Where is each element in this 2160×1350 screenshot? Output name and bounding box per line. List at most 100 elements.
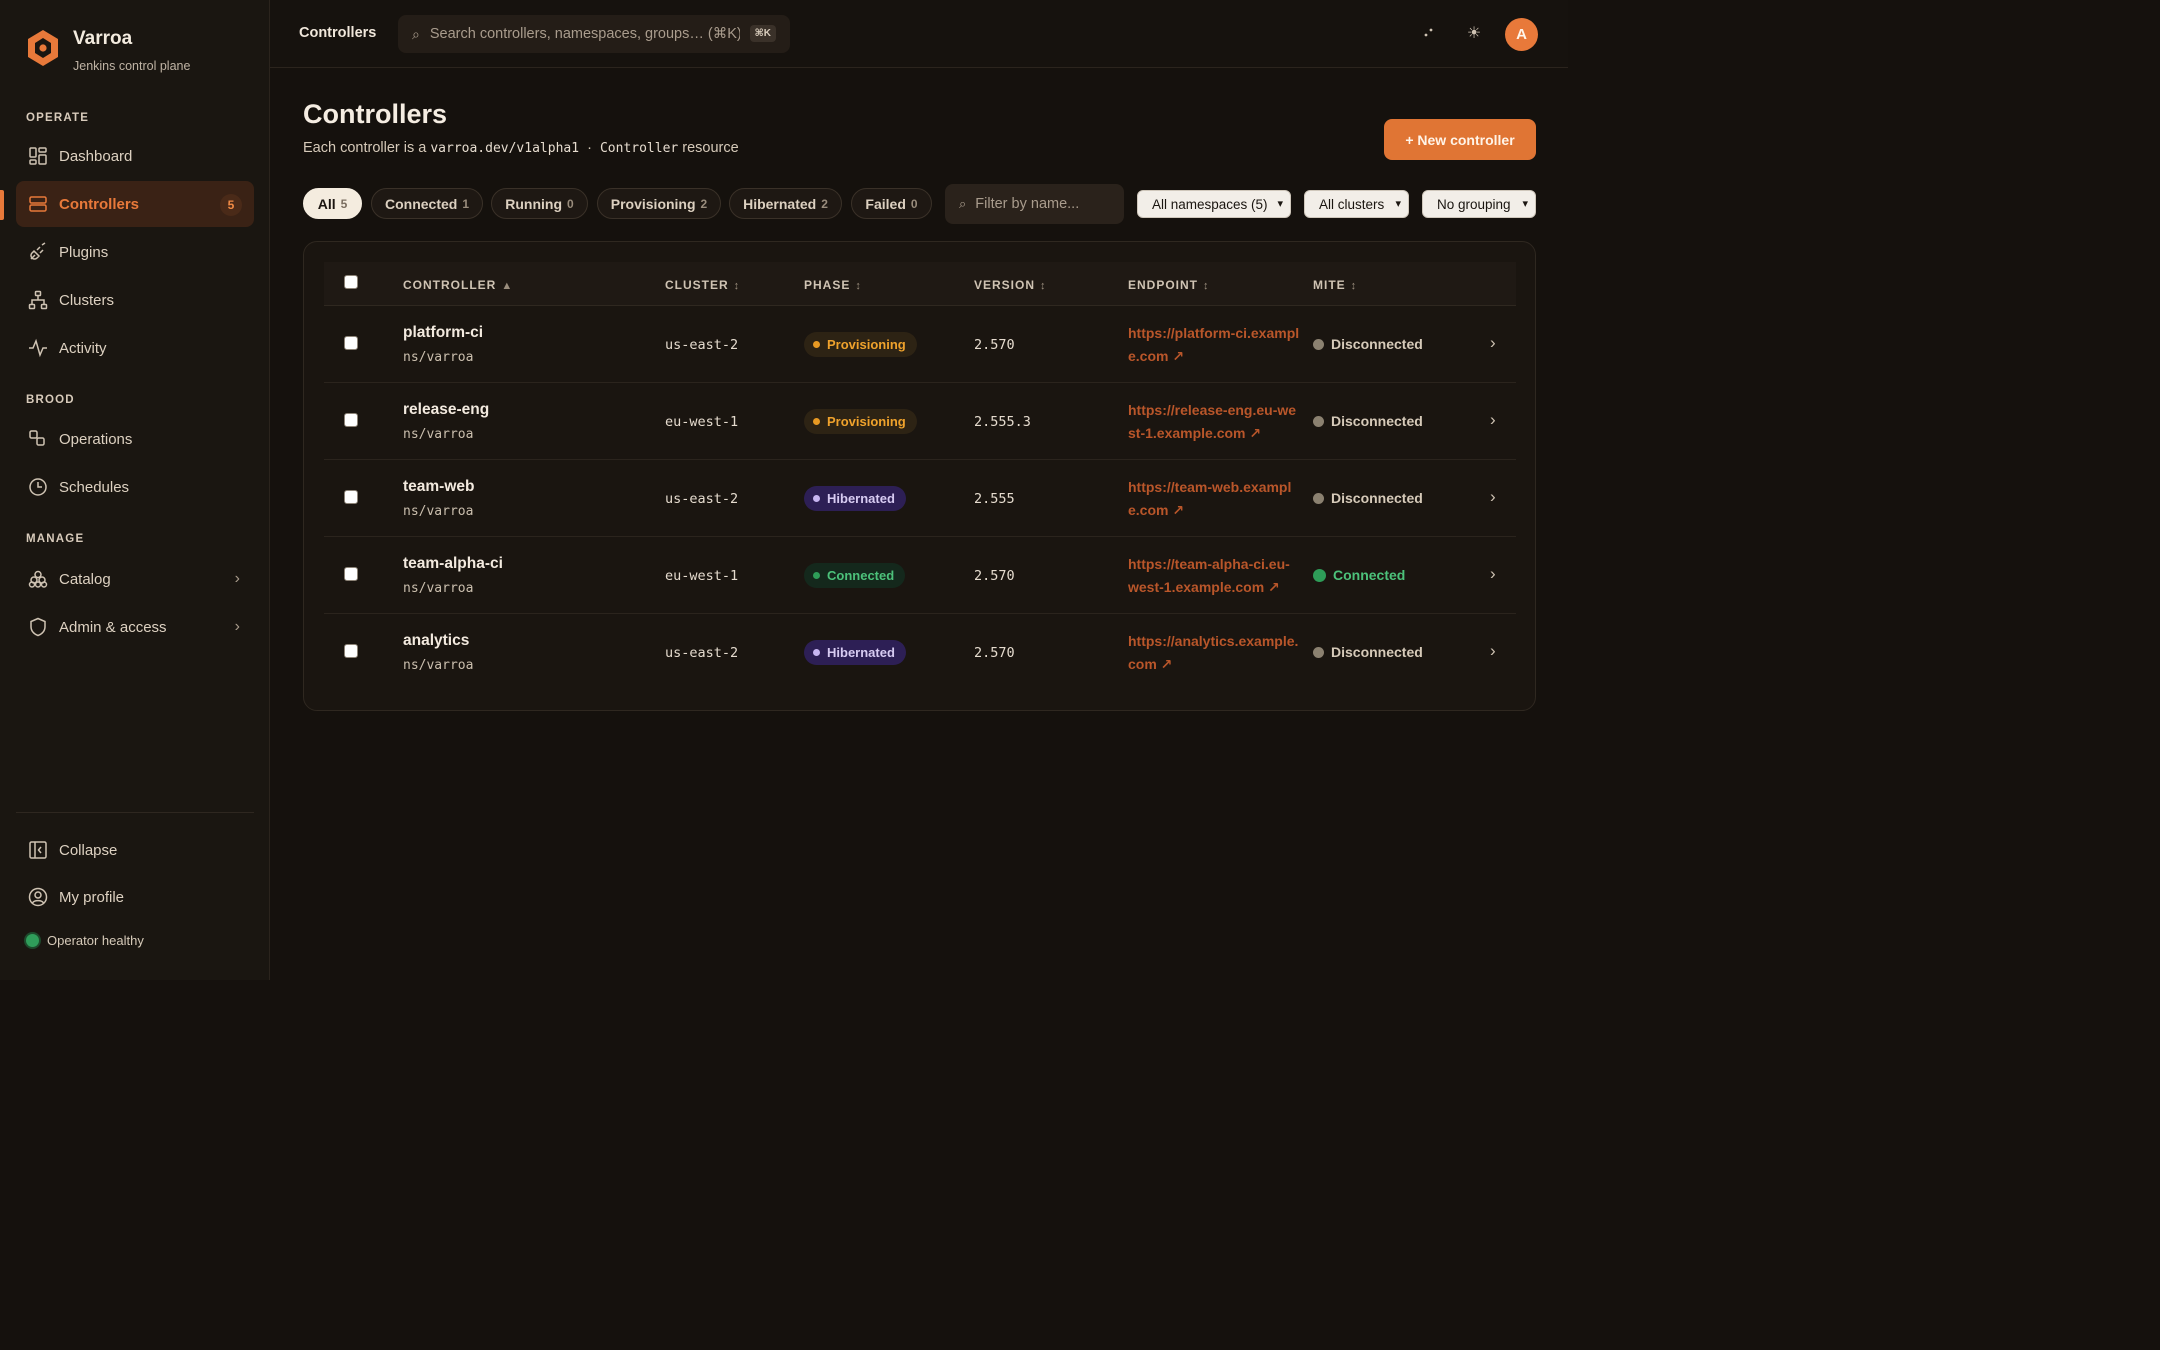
subtitle-separator: · — [587, 140, 592, 156]
user-avatar[interactable]: A — [1505, 18, 1538, 51]
column-header-controller[interactable]: CONTROLLER ▲ — [403, 278, 513, 292]
search-icon: ⌕ — [959, 196, 967, 211]
new-controller-button[interactable]: + New controller — [1384, 119, 1536, 160]
hexagon-logo-icon — [28, 30, 58, 66]
my-profile-link[interactable]: My profile — [16, 874, 254, 920]
column-label: CONTROLLER — [403, 278, 497, 292]
row-checkbox[interactable] — [344, 336, 358, 350]
phase-label: Hibernated — [827, 491, 895, 506]
row-checkbox[interactable] — [344, 413, 358, 427]
controller-name: platform-ci — [403, 324, 484, 341]
chevron-right-icon[interactable]: › — [1490, 410, 1496, 430]
chevron-down-icon: ▾ — [1522, 198, 1528, 210]
subtitle-suffix: resource — [682, 140, 739, 156]
grouping-select[interactable]: No grouping ▾ — [1422, 190, 1536, 218]
pill-label: Provisioning — [610, 195, 696, 212]
sidebar-item-dashboard[interactable]: Dashboard — [16, 133, 254, 179]
row-checkbox[interactable] — [344, 644, 358, 658]
sort-icon: ↕ — [1203, 280, 1210, 292]
sidebar-item-label: Catalog — [59, 570, 111, 588]
row-checkbox[interactable] — [344, 567, 358, 581]
endpoint-link[interactable]: https://release-eng.eu-west-1.example.co… — [1128, 399, 1300, 445]
sparkle-icon[interactable] — [1418, 22, 1440, 44]
filter-pill-failed[interactable]: Failed 0 — [851, 188, 932, 219]
table-row[interactable]: release-eng ns/varroa eu-west-1 Provisio… — [324, 383, 1516, 460]
chevron-right-icon[interactable]: › — [1490, 564, 1496, 584]
column-header-mite[interactable]: MITE ↕ — [1313, 278, 1357, 292]
plug-icon — [30, 242, 46, 260]
sidebar-divider — [16, 812, 254, 813]
filter-pill-running[interactable]: Running 0 — [491, 188, 588, 219]
column-header-version[interactable]: VERSION ↕ — [974, 278, 1047, 292]
sort-ascending-icon: ▲ — [501, 280, 514, 292]
global-search[interactable]: ⌕ ⌘K — [398, 15, 790, 53]
section-brood: BROOD — [26, 394, 75, 406]
table-row[interactable]: team-web ns/varroa us-east-2 Hibernated … — [324, 460, 1516, 537]
pill-count: 2 — [821, 196, 828, 211]
mite-status: Connected — [1313, 567, 1405, 583]
active-indicator — [0, 190, 4, 220]
sidebar-item-admin-access[interactable]: Admin & access › — [16, 604, 254, 650]
sidebar-item-schedules[interactable]: Schedules — [16, 464, 254, 510]
endpoint-link[interactable]: https://platform-ci.example.com ↗ — [1128, 322, 1300, 368]
table-row[interactable]: team-alpha-ci ns/varroa eu-west-1 Connec… — [324, 537, 1516, 614]
mite-status-label: Disconnected — [1331, 644, 1423, 660]
sort-icon: ↕ — [733, 280, 741, 292]
table-row[interactable]: platform-ci ns/varroa us-east-2 Provisio… — [324, 306, 1516, 383]
pill-count: 5 — [340, 196, 348, 211]
endpoint-link[interactable]: https://team-alpha-ci.eu-west-1.example.… — [1128, 553, 1300, 599]
sidebar-item-clusters[interactable]: Clusters — [16, 277, 254, 323]
controller-namespace: ns/varroa — [403, 427, 474, 442]
name-filter-input[interactable] — [975, 196, 1116, 212]
name-filter[interactable]: ⌕ — [945, 184, 1124, 224]
cluster-select[interactable]: All clusters ▾ — [1304, 190, 1409, 218]
filter-pill-hibernated[interactable]: Hibernated 2 — [729, 188, 842, 219]
column-label: PHASE — [804, 278, 851, 292]
column-header-cluster[interactable]: CLUSTER ↕ — [665, 278, 740, 292]
mite-status: Disconnected — [1313, 644, 1423, 660]
sidebar-item-catalog[interactable]: Catalog › — [16, 556, 254, 602]
topbar: Controllers ⌕ ⌘K ☀ A — [270, 0, 1568, 68]
controller-name: team-web — [403, 478, 475, 495]
chevron-right-icon: › — [234, 570, 240, 587]
sidebar-item-controllers[interactable]: Controllers 5 — [16, 181, 254, 227]
table-row[interactable]: analytics ns/varroa us-east-2 Hibernated… — [324, 614, 1516, 691]
brand: Varroa Jenkins control plane — [26, 28, 190, 73]
sidebar-item-operations[interactable]: Operations — [16, 416, 254, 462]
filter-pill-all[interactable]: All 5 — [303, 188, 362, 219]
server-icon — [29, 196, 47, 212]
user-circle-icon — [28, 887, 48, 907]
mite-status-dot — [1313, 492, 1324, 504]
pill-count: 0 — [567, 196, 574, 211]
collapse-sidebar-button[interactable]: Collapse — [16, 827, 254, 873]
chevron-right-icon[interactable]: › — [1490, 641, 1496, 661]
namespace-select[interactable]: All namespaces (5) ▾ — [1137, 190, 1291, 218]
activity-icon — [29, 338, 47, 358]
controller-version: 2.555 — [974, 491, 1015, 507]
endpoint-link[interactable]: https://analytics.example.com ↗ — [1128, 630, 1300, 676]
clock-icon — [29, 478, 47, 496]
pill-label: Failed — [865, 195, 906, 212]
select-all-checkbox[interactable] — [344, 275, 358, 289]
chevron-right-icon[interactable]: › — [1490, 487, 1496, 507]
chevron-right-icon: › — [234, 618, 240, 635]
row-checkbox[interactable] — [344, 490, 358, 504]
filter-pill-connected[interactable]: Connected 1 — [371, 188, 483, 219]
pill-count: 0 — [910, 196, 918, 211]
sidebar: Varroa Jenkins control plane OPERATE Das… — [0, 0, 270, 980]
phase-label: Connected — [827, 568, 895, 583]
endpoint-link[interactable]: https://team-web.example.com ↗ — [1128, 476, 1300, 522]
column-header-endpoint[interactable]: ENDPOINT ↕ — [1128, 278, 1210, 292]
sidebar-item-activity[interactable]: Activity — [16, 325, 254, 371]
breadcrumb-title: Controllers — [299, 25, 377, 41]
phase-badge: Provisioning — [804, 332, 917, 357]
global-search-input[interactable] — [429, 26, 740, 42]
mite-status-dot — [1313, 338, 1324, 350]
filter-pill-provisioning[interactable]: Provisioning 2 — [597, 188, 721, 219]
column-header-phase[interactable]: PHASE ↕ — [804, 278, 862, 292]
sidebar-item-plugins[interactable]: Plugins — [16, 229, 254, 275]
chevron-right-icon[interactable]: › — [1490, 333, 1496, 353]
section-operate: OPERATE — [26, 112, 90, 124]
pill-count: 2 — [700, 196, 708, 211]
theme-toggle-sun-icon[interactable]: ☀ — [1463, 22, 1485, 44]
